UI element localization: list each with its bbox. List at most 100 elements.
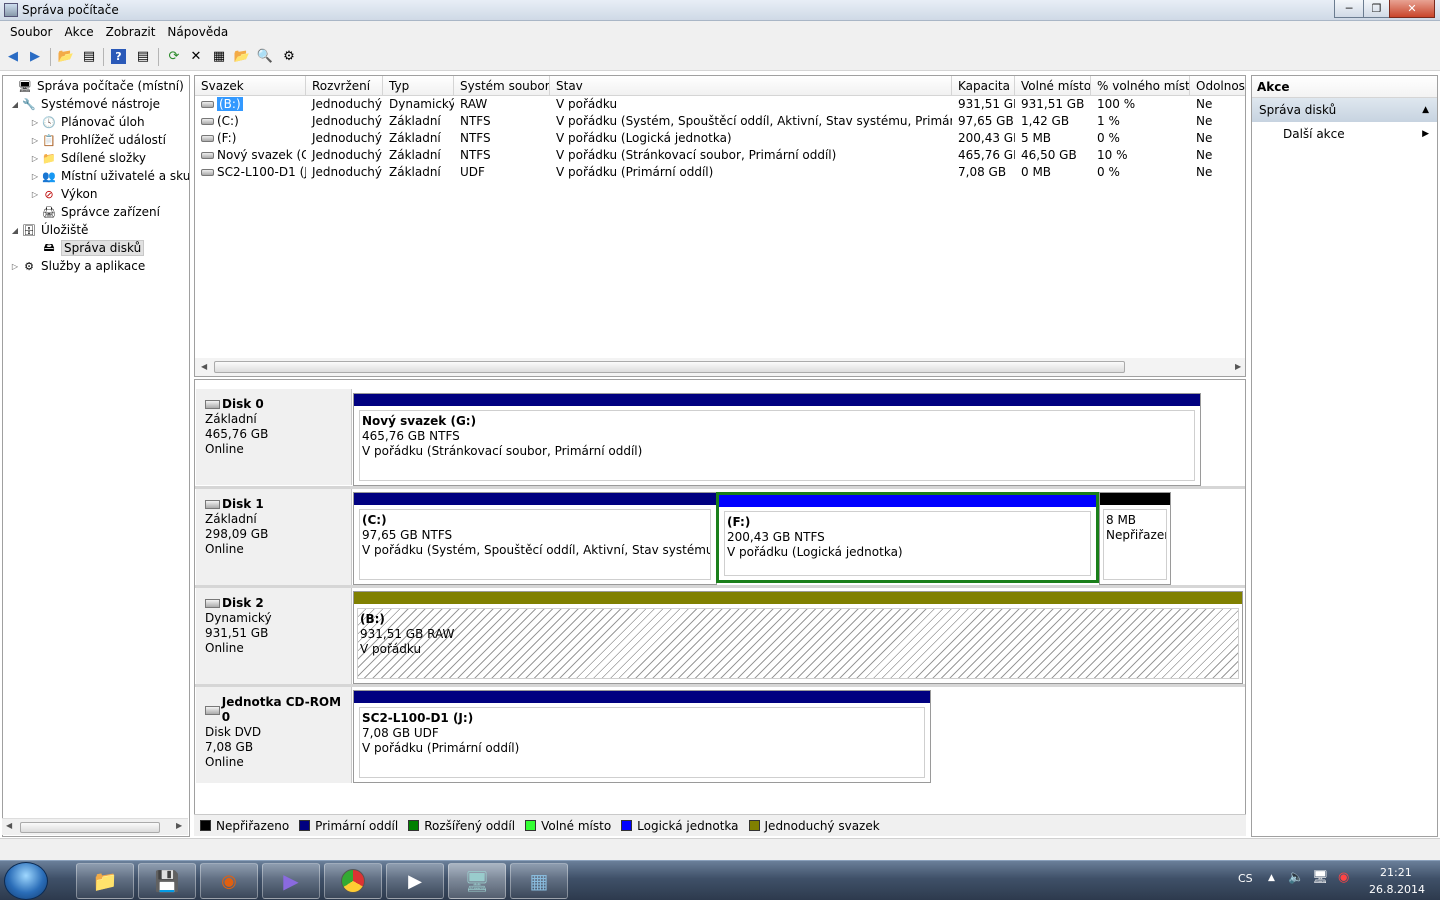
partition-color-bar — [354, 592, 1242, 604]
show-hide-action-pane-icon[interactable]: ▤ — [134, 48, 152, 65]
menu-soubor[interactable]: Soubor — [4, 25, 58, 39]
tree-scroll-thumb[interactable] — [20, 822, 160, 833]
column-header-free-space[interactable]: Volné místo — [1015, 76, 1091, 96]
close-button[interactable]: ✕ — [1389, 0, 1435, 18]
expand-icon[interactable]: ▷ — [29, 154, 41, 163]
expand-icon[interactable]: ▷ — [29, 190, 41, 199]
partition-status: V pořádku (Logická jednotka) — [727, 545, 903, 559]
more-actions-item[interactable]: Další akce ▶ — [1252, 124, 1437, 144]
taskbar-chrome[interactable] — [324, 863, 382, 899]
tree-item-system-tools[interactable]: ◢ 🔧 Systémové nástroje — [9, 95, 160, 113]
volume-row[interactable]: SC2-L100-D1 (J:) Jednoduchý Základní UDF V p… — [195, 164, 1245, 181]
scroll-left-icon[interactable]: ◀ — [201, 362, 207, 371]
column-header-filesystem[interactable]: Systém souborů — [454, 76, 550, 96]
disk-0-info[interactable]: Disk 0 Základní 465,76 GB Online — [196, 389, 352, 485]
computer-management-icon: 🖥 — [18, 79, 32, 93]
start-button[interactable] — [4, 862, 48, 900]
partition-j[interactable]: SC2-L100-D1 (J:) 7,08 GB UDF V pořádku (… — [353, 690, 931, 783]
cell-status: V pořádku (Logická jednotka) — [556, 131, 732, 145]
column-header-percent-free[interactable]: % volného místa — [1091, 76, 1190, 96]
cdrom-0-info[interactable]: Jednotka CD-ROM 0 Disk DVD 7,08 GB Onlin… — [196, 687, 352, 783]
cell-type: Dynamický — [389, 97, 454, 111]
search-icon[interactable]: 🔍 — [256, 48, 274, 65]
up-folder-icon[interactable]: 📂 — [57, 48, 75, 65]
antivirus-icon[interactable]: ◉ — [1338, 870, 1349, 885]
scroll-right-icon[interactable]: ▶ — [176, 821, 182, 830]
tree-item-performance[interactable]: ▷ ⊘ Výkon — [29, 185, 98, 203]
tree-horizontal-scrollbar[interactable]: ◀ ▶ — [2, 818, 188, 835]
scroll-right-icon[interactable]: ▶ — [1235, 362, 1241, 371]
menu-akce[interactable]: Akce — [58, 25, 99, 39]
back-icon[interactable]: ◀ — [4, 48, 22, 65]
tree-item-task-scheduler[interactable]: ▷ 🕓 Plánovač úloh — [29, 113, 145, 131]
refresh-icon[interactable]: ⟳ — [165, 48, 183, 65]
show-hide-tree-icon[interactable]: ▤ — [80, 48, 98, 65]
tree-item-services[interactable]: ▷ ⚙ Služby a aplikace — [9, 257, 145, 275]
delete-icon[interactable]: ✕ — [187, 48, 205, 65]
tree-item-disk-management[interactable]: 🖴 Správa disků — [29, 239, 145, 257]
menu-napoveda[interactable]: Nápověda — [161, 25, 234, 39]
taskbar-explorer[interactable]: 📁 — [76, 863, 134, 899]
actions-section-disk-management[interactable]: Správa disků ▲ — [1252, 98, 1437, 122]
column-header-status[interactable]: Stav — [550, 76, 952, 96]
expand-icon[interactable]: ▷ — [29, 118, 41, 127]
tree-item-device-manager[interactable]: 🖨 Správce zařízení — [29, 203, 160, 221]
partition-c[interactable]: (C:) 97,65 GB NTFS V pořádku (Systém, Sp… — [353, 492, 717, 585]
partition-unallocated[interactable]: 8 MB Nepřiřazer — [1099, 492, 1171, 585]
volume-icon[interactable]: 🔈 — [1288, 870, 1304, 885]
taskbar-media-app[interactable]: ◉ — [200, 863, 258, 899]
collapse-up-icon[interactable]: ▲ — [1422, 98, 1429, 122]
event-viewer-icon: 📋 — [42, 133, 56, 147]
collapse-icon[interactable]: ◢ — [9, 226, 21, 235]
tree-item-computer-management[interactable]: 🖥 Správa počítače (místní) — [5, 77, 184, 95]
properties-icon[interactable]: ▦ — [210, 48, 228, 65]
volume-row[interactable]: (B:) Jednoduchý Dynamický RAW V pořádku 931,5… — [195, 96, 1245, 113]
volume-list-horizontal-scrollbar[interactable]: ◀ ▶ — [195, 358, 1245, 376]
menu-zobrazit[interactable]: Zobrazit — [100, 25, 162, 39]
cell-percent-free: 10 % — [1097, 148, 1128, 162]
volume-row[interactable]: Nový svazek (G:) Jednoduchý Základní NTFS V … — [195, 147, 1245, 164]
collapse-icon[interactable]: ◢ — [9, 100, 21, 109]
partition-b[interactable]: (B:) 931,51 GB RAW V pořádku — [353, 591, 1243, 684]
language-indicator[interactable]: CS — [1238, 872, 1253, 885]
tree-item-storage[interactable]: ◢ 🗄 Úložiště — [9, 221, 89, 239]
column-header-volume[interactable]: Svazek — [195, 76, 306, 96]
maximize-button[interactable]: ❐ — [1363, 0, 1390, 18]
network-icon[interactable]: 🖥 — [1312, 870, 1329, 885]
tree-item-local-users[interactable]: ▷👥 Místní uživatelé a skupin — [29, 167, 189, 185]
minimize-button[interactable]: ─ — [1334, 0, 1364, 18]
column-header-type[interactable]: Typ — [383, 76, 454, 96]
column-header-capacity[interactable]: Kapacita — [952, 76, 1015, 96]
tree-item-shared-folders[interactable]: ▷ 📁 Sdílené složky — [29, 149, 146, 167]
taskbar-device-app[interactable]: ▶ — [386, 863, 444, 899]
disk-type: Základní — [205, 412, 257, 426]
clock-date[interactable]: 26.8.2014 — [1369, 883, 1425, 896]
column-header-fault-tolerance[interactable]: Odolnost — [1190, 76, 1245, 96]
taskbar-visual-studio[interactable]: ▶ — [262, 863, 320, 899]
settings-icon[interactable]: ⚙ — [280, 48, 298, 65]
expand-icon[interactable]: ▷ — [29, 136, 41, 145]
taskbar-control-panel[interactable]: ▦ — [510, 863, 568, 899]
taskbar-computer-management[interactable]: 🖥 — [448, 863, 506, 899]
legend-item: Jednoduchý svazek — [748, 819, 880, 833]
show-hidden-icons-icon[interactable]: ▲ — [1268, 873, 1275, 883]
clock-time[interactable]: 21:21 — [1380, 866, 1412, 879]
partition-g[interactable]: Nový svazek (G:) 465,76 GB NTFS V pořádk… — [353, 393, 1201, 486]
scroll-left-icon[interactable]: ◀ — [6, 821, 12, 830]
open-icon[interactable]: 📂 — [233, 48, 251, 65]
chrome-icon — [341, 869, 365, 893]
taskbar-save-app[interactable]: 💾 — [138, 863, 196, 899]
volume-scroll-thumb[interactable] — [214, 361, 1125, 373]
expand-icon[interactable]: ▷ — [9, 262, 21, 271]
help-icon[interactable]: ? — [111, 49, 126, 64]
volume-row[interactable]: (C:) Jednoduchý Základní NTFS V pořádku (Sys… — [195, 113, 1245, 130]
disk-1-info[interactable]: Disk 1 Základní 298,09 GB Online — [196, 489, 352, 585]
forward-icon[interactable]: ▶ — [26, 48, 44, 65]
expand-icon[interactable]: ▷ — [29, 172, 41, 181]
disk-2-info[interactable]: Disk 2 Dynamický 931,51 GB Online — [196, 588, 352, 684]
partition-f[interactable]: (F:) 200,43 GB NTFS V pořádku (Logická j… — [716, 492, 1099, 583]
column-header-layout[interactable]: Rozvržení — [306, 76, 383, 96]
disk-type: Disk DVD — [205, 725, 262, 739]
volume-row[interactable]: (F:) Jednoduchý Základní NTFS V pořádku (Log… — [195, 130, 1245, 147]
tree-item-event-viewer[interactable]: ▷ 📋 Prohlížeč událostí — [29, 131, 166, 149]
